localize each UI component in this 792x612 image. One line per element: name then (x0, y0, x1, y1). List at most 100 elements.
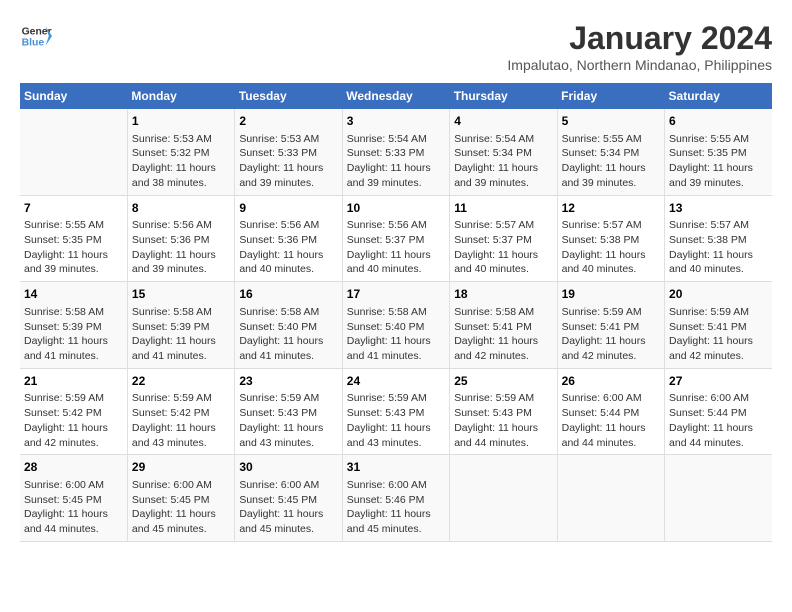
day-number: 28 (24, 459, 123, 476)
day-info: Sunrise: 5:58 AM (347, 305, 445, 320)
logo: General Blue (20, 20, 52, 52)
day-info: and 39 minutes. (24, 262, 123, 277)
calendar-cell: 9Sunrise: 5:56 AMSunset: 5:36 PMDaylight… (235, 195, 342, 282)
day-info: Sunset: 5:43 PM (347, 406, 445, 421)
day-number: 9 (239, 200, 337, 217)
calendar-cell: 29Sunrise: 6:00 AMSunset: 5:45 PMDayligh… (127, 455, 234, 542)
day-info: Daylight: 11 hours (454, 334, 552, 349)
day-info: Daylight: 11 hours (347, 421, 445, 436)
calendar-cell: 2Sunrise: 5:53 AMSunset: 5:33 PMDaylight… (235, 109, 342, 195)
header-row: SundayMondayTuesdayWednesdayThursdayFrid… (20, 83, 772, 109)
day-info: Sunset: 5:45 PM (24, 493, 123, 508)
day-info: and 44 minutes. (24, 522, 123, 537)
day-info: and 43 minutes. (239, 436, 337, 451)
calendar-cell: 20Sunrise: 5:59 AMSunset: 5:41 PMDayligh… (665, 282, 772, 369)
day-info: Sunset: 5:46 PM (347, 493, 445, 508)
day-info: and 43 minutes. (132, 436, 230, 451)
calendar-cell: 5Sunrise: 5:55 AMSunset: 5:34 PMDaylight… (557, 109, 664, 195)
day-number: 16 (239, 286, 337, 303)
day-info: and 44 minutes. (562, 436, 660, 451)
day-info: Daylight: 11 hours (132, 161, 230, 176)
day-number: 30 (239, 459, 337, 476)
day-info: Daylight: 11 hours (669, 161, 768, 176)
day-info: Sunset: 5:40 PM (347, 320, 445, 335)
day-info: Sunset: 5:41 PM (669, 320, 768, 335)
day-info: and 41 minutes. (132, 349, 230, 364)
day-info: and 41 minutes. (24, 349, 123, 364)
day-info: Sunrise: 5:59 AM (562, 305, 660, 320)
calendar-cell: 26Sunrise: 6:00 AMSunset: 5:44 PMDayligh… (557, 368, 664, 455)
day-info: and 41 minutes. (347, 349, 445, 364)
day-info: and 42 minutes. (24, 436, 123, 451)
day-info: Sunrise: 5:57 AM (454, 218, 552, 233)
week-row-4: 21Sunrise: 5:59 AMSunset: 5:42 PMDayligh… (20, 368, 772, 455)
day-info: Daylight: 11 hours (132, 248, 230, 263)
day-info: Daylight: 11 hours (347, 507, 445, 522)
day-info: Sunset: 5:40 PM (239, 320, 337, 335)
calendar-cell: 1Sunrise: 5:53 AMSunset: 5:32 PMDaylight… (127, 109, 234, 195)
day-info: Daylight: 11 hours (347, 248, 445, 263)
calendar-cell: 24Sunrise: 5:59 AMSunset: 5:43 PMDayligh… (342, 368, 449, 455)
day-info: Sunrise: 5:57 AM (562, 218, 660, 233)
calendar-cell: 11Sunrise: 5:57 AMSunset: 5:37 PMDayligh… (450, 195, 557, 282)
day-info: Sunrise: 5:58 AM (24, 305, 123, 320)
day-info: Daylight: 11 hours (347, 334, 445, 349)
header-day-sunday: Sunday (20, 83, 127, 109)
day-info: Sunrise: 5:58 AM (454, 305, 552, 320)
day-info: Sunset: 5:44 PM (669, 406, 768, 421)
day-info: Sunset: 5:45 PM (132, 493, 230, 508)
day-info: Sunrise: 5:54 AM (454, 132, 552, 147)
calendar-cell: 3Sunrise: 5:54 AMSunset: 5:33 PMDaylight… (342, 109, 449, 195)
day-info: Daylight: 11 hours (24, 334, 123, 349)
day-info: and 40 minutes. (347, 262, 445, 277)
day-info: Sunrise: 5:58 AM (239, 305, 337, 320)
calendar-body: 1Sunrise: 5:53 AMSunset: 5:32 PMDaylight… (20, 109, 772, 541)
day-number: 20 (669, 286, 768, 303)
day-info: Daylight: 11 hours (24, 248, 123, 263)
day-info: and 42 minutes. (562, 349, 660, 364)
day-info: Daylight: 11 hours (239, 161, 337, 176)
main-title: January 2024 (507, 20, 772, 57)
calendar-cell: 23Sunrise: 5:59 AMSunset: 5:43 PMDayligh… (235, 368, 342, 455)
day-number: 8 (132, 200, 230, 217)
day-info: Sunrise: 6:00 AM (669, 391, 768, 406)
header-day-wednesday: Wednesday (342, 83, 449, 109)
day-info: Sunrise: 6:00 AM (132, 478, 230, 493)
day-info: and 40 minutes. (239, 262, 337, 277)
day-info: Sunrise: 5:57 AM (669, 218, 768, 233)
header-day-friday: Friday (557, 83, 664, 109)
day-info: Sunrise: 5:55 AM (24, 218, 123, 233)
day-number: 18 (454, 286, 552, 303)
day-info: Daylight: 11 hours (454, 161, 552, 176)
day-number: 12 (562, 200, 660, 217)
calendar-cell: 19Sunrise: 5:59 AMSunset: 5:41 PMDayligh… (557, 282, 664, 369)
day-info: Sunset: 5:44 PM (562, 406, 660, 421)
day-info: and 45 minutes. (132, 522, 230, 537)
day-number: 31 (347, 459, 445, 476)
day-number: 7 (24, 200, 123, 217)
calendar-cell (557, 455, 664, 542)
day-info: Daylight: 11 hours (132, 421, 230, 436)
day-info: Sunset: 5:35 PM (24, 233, 123, 248)
day-info: Sunset: 5:33 PM (239, 146, 337, 161)
calendar-cell: 17Sunrise: 5:58 AMSunset: 5:40 PMDayligh… (342, 282, 449, 369)
day-info: and 40 minutes. (562, 262, 660, 277)
day-info: Sunrise: 5:58 AM (132, 305, 230, 320)
day-number: 6 (669, 113, 768, 130)
day-info: Sunrise: 5:55 AM (669, 132, 768, 147)
day-info: and 39 minutes. (132, 262, 230, 277)
calendar-cell: 25Sunrise: 5:59 AMSunset: 5:43 PMDayligh… (450, 368, 557, 455)
calendar-cell: 22Sunrise: 5:59 AMSunset: 5:42 PMDayligh… (127, 368, 234, 455)
day-info: Daylight: 11 hours (669, 248, 768, 263)
day-info: Sunrise: 5:56 AM (132, 218, 230, 233)
day-info: Daylight: 11 hours (347, 161, 445, 176)
day-info: and 39 minutes. (454, 176, 552, 191)
day-info: and 45 minutes. (347, 522, 445, 537)
day-number: 11 (454, 200, 552, 217)
day-info: Sunset: 5:34 PM (454, 146, 552, 161)
day-info: Sunset: 5:41 PM (562, 320, 660, 335)
day-info: Sunrise: 5:55 AM (562, 132, 660, 147)
day-info: and 40 minutes. (454, 262, 552, 277)
calendar-cell: 13Sunrise: 5:57 AMSunset: 5:38 PMDayligh… (665, 195, 772, 282)
day-info: Sunset: 5:34 PM (562, 146, 660, 161)
